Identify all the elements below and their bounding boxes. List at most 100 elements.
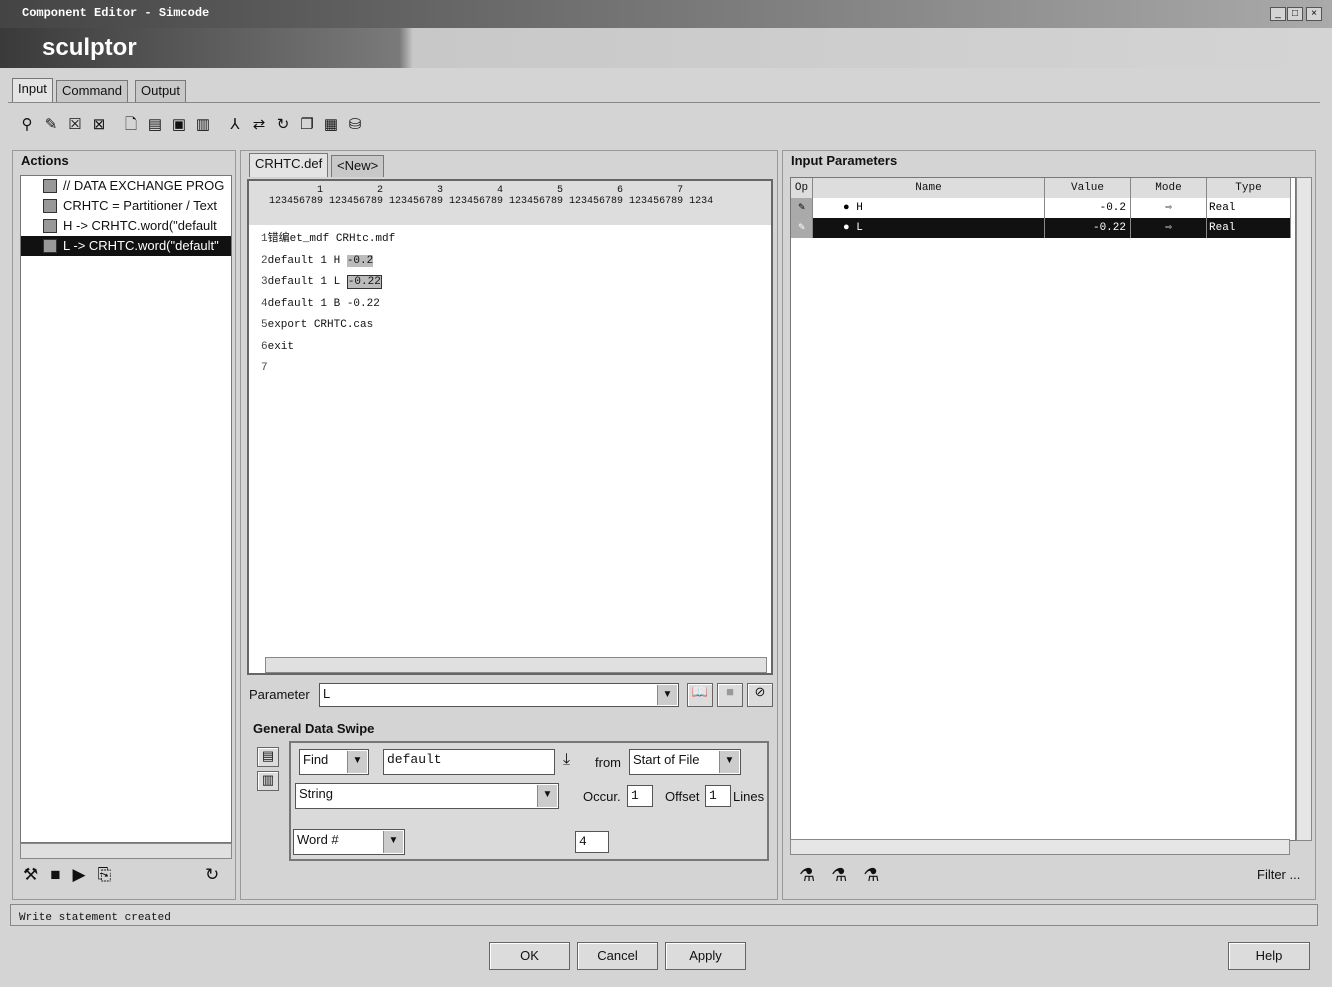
redo-icon[interactable]: ↻: [274, 116, 292, 134]
col-value[interactable]: Value: [1045, 178, 1131, 198]
app-name: sculptor: [42, 34, 137, 61]
refresh-icon[interactable]: ↻: [205, 865, 219, 885]
params-horizontal-scrollbar[interactable]: [790, 839, 1290, 855]
editor-line[interactable]: 5export CRHTC.cas: [249, 315, 771, 337]
stop-button[interactable]: ■: [717, 683, 743, 707]
minimize-button[interactable]: _: [1270, 7, 1286, 21]
editor-line[interactable]: 2default 1 H -0.2: [249, 251, 771, 273]
filter-button[interactable]: Filter ...: [1257, 867, 1300, 882]
col-mode[interactable]: Mode: [1131, 178, 1207, 198]
document-icon[interactable]: ▥: [257, 771, 279, 791]
tree-icon[interactable]: ⅄: [226, 116, 244, 134]
tab-output[interactable]: Output: [135, 80, 187, 102]
lines-label: Lines: [733, 789, 765, 804]
window-icon[interactable]: ❐: [298, 116, 316, 134]
params-title: Input Parameters: [791, 153, 898, 168]
param-type: Real: [1207, 218, 1291, 238]
status-bar: Write statement created: [10, 904, 1318, 926]
editor-line[interactable]: 7: [249, 358, 771, 380]
parameter-combo[interactable]: L ▼: [319, 683, 679, 707]
occur-input[interactable]: 1: [627, 785, 653, 807]
edit-icon[interactable]: ✎: [791, 198, 813, 218]
editor-line[interactable]: 4default 1 B -0.22: [249, 294, 771, 316]
list-icon[interactable]: ▥: [194, 116, 212, 134]
horizontal-scrollbar[interactable]: [20, 843, 232, 859]
action-item-selected[interactable]: L -> CRHTC.word("default": [21, 236, 231, 256]
mode-input-icon[interactable]: ⇨: [1131, 218, 1207, 238]
swap-icon[interactable]: ⇄: [250, 116, 268, 134]
status-text: Write statement created: [19, 912, 171, 924]
write-icon: [43, 239, 57, 253]
from-label: from: [595, 755, 621, 770]
input-parameters-panel: Input Parameters Op Name Value Mode Type…: [782, 150, 1316, 900]
window-title: Component Editor - Simcode: [22, 6, 210, 20]
params-table: Op Name Value Mode Type ✎ ● H -0.2 ⇨ Rea…: [790, 177, 1296, 841]
param-op-toolbar[interactable]: ⚗⚗⚗: [799, 865, 895, 886]
editor-line[interactable]: 1错编et_mdf CRHtc.mdf: [249, 229, 771, 251]
cancel-button[interactable]: Cancel: [577, 942, 658, 970]
param-value[interactable]: -0.2: [1045, 198, 1131, 218]
action-item[interactable]: CRHTC = Partitioner / Text: [21, 196, 231, 216]
book-button[interactable]: 📖: [687, 683, 713, 707]
close-button[interactable]: ×: [1306, 7, 1322, 21]
actions-title: Actions: [21, 153, 69, 168]
highlight: -0.2: [346, 254, 374, 267]
editor-line[interactable]: 3default 1 L -0.22: [249, 272, 771, 294]
maximize-button[interactable]: □: [1287, 7, 1303, 21]
apply-button[interactable]: Apply: [665, 942, 746, 970]
help-button[interactable]: Help: [1228, 942, 1310, 970]
occur-label: Occur.: [583, 789, 621, 804]
tab-command[interactable]: Command: [56, 80, 128, 102]
tab-crhtc-def[interactable]: CRHTC.def: [249, 153, 329, 177]
editor-line[interactable]: 6exit: [249, 337, 771, 359]
find-combo[interactable]: Find ▼: [299, 749, 369, 775]
write-icon: [43, 219, 57, 233]
cancel-icon[interactable]: ⊘: [747, 683, 773, 707]
action-item[interactable]: // DATA EXCHANGE PROG: [21, 176, 231, 196]
edit-icon[interactable]: ✎: [791, 218, 813, 238]
clear-icon[interactable]: ⊠: [90, 116, 108, 134]
title-bar: Component Editor - Simcode: [0, 0, 1332, 28]
params-vertical-scrollbar[interactable]: [1296, 177, 1312, 841]
type-combo[interactable]: String ▼: [295, 783, 559, 809]
word-combo[interactable]: Word # ▼: [293, 829, 405, 855]
offset-label: Offset: [665, 789, 700, 804]
col-type[interactable]: Type: [1207, 178, 1291, 198]
table-icon[interactable]: ▦: [322, 116, 340, 134]
param-type: Real: [1207, 198, 1291, 218]
banner: sculptor: [0, 28, 1332, 68]
delete-icon[interactable]: ☒: [66, 116, 84, 134]
partitioner-icon: [43, 199, 57, 213]
action-item[interactable]: H -> CRHTC.word("default: [21, 216, 231, 236]
page-icon[interactable]: ▤: [257, 747, 279, 767]
new-doc-icon[interactable]: 🗋: [122, 116, 140, 134]
action-toolbar[interactable]: ⚒■▶⎘: [23, 865, 123, 885]
from-combo[interactable]: Start of File ▼: [629, 749, 741, 775]
col-name[interactable]: Name: [813, 178, 1045, 198]
param-row[interactable]: ✎ ● H -0.2 ⇨ Real: [791, 198, 1291, 218]
param-value[interactable]: -0.22: [1045, 218, 1131, 238]
param-name: ● L: [813, 218, 1045, 238]
tab-new[interactable]: <New>: [331, 155, 385, 177]
save-icon[interactable]: ▣: [170, 116, 188, 134]
column-ruler: 1 2 3 4 5 6 7 123456789 123456789 123456…: [249, 181, 771, 225]
mode-input-icon[interactable]: ⇨: [1131, 198, 1207, 218]
param-row[interactable]: ✎ ● L -0.22 ⇨ Real: [791, 218, 1291, 238]
editor-horizontal-scrollbar[interactable]: [265, 657, 767, 673]
export-icon[interactable]: ⛁: [346, 116, 364, 134]
editor-panel: CRHTC.def <New> 1 2 3 4 5 6 7 123456789 …: [240, 150, 778, 900]
find-input[interactable]: default: [383, 749, 555, 775]
doc-icon[interactable]: ▤: [146, 116, 164, 134]
ok-button[interactable]: OK: [489, 942, 570, 970]
offset-input[interactable]: 1: [705, 785, 731, 807]
down-arrow-icon[interactable]: ⤓: [563, 751, 570, 769]
col-op[interactable]: Op: [791, 178, 813, 198]
actions-panel: Actions // DATA EXCHANGE PROG CRHTC = Pa…: [12, 150, 236, 900]
tab-input[interactable]: Input: [12, 78, 53, 102]
edit-icon[interactable]: ✎: [42, 116, 60, 134]
word-number-input[interactable]: 4: [575, 831, 609, 853]
text-editor[interactable]: 1 2 3 4 5 6 7 123456789 123456789 123456…: [247, 179, 773, 675]
swipe-box: Find ▼ default ⤓ from Start of File ▼ Stri…: [289, 741, 769, 861]
find-icon[interactable]: ⚲: [18, 116, 36, 134]
comment-icon: [43, 179, 57, 193]
